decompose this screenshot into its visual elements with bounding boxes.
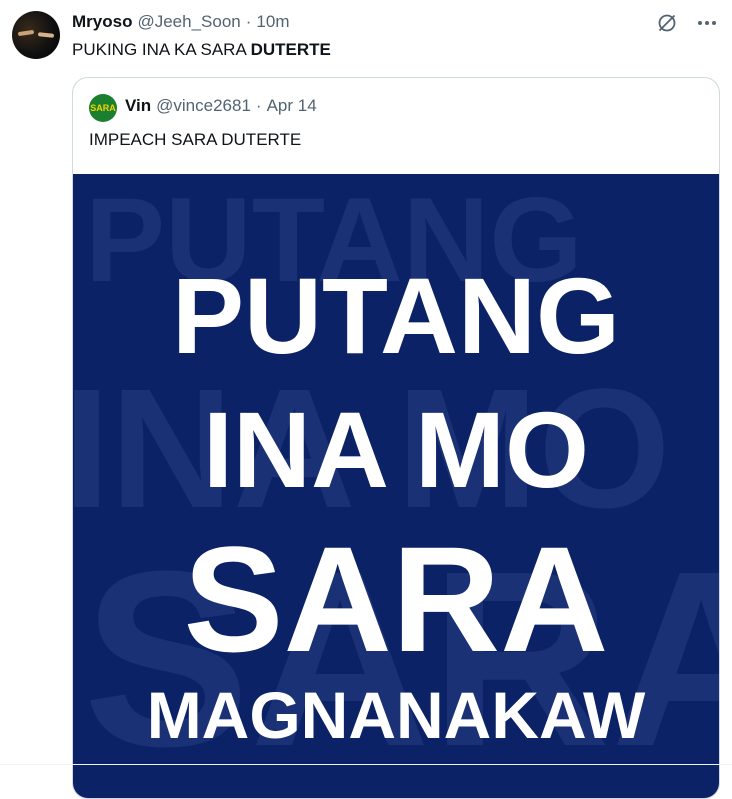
image-line-4: MAGNANAKAW [146, 678, 646, 752]
quoted-post-text: IMPEACH SARA DUTERTE [89, 130, 302, 149]
author-handle[interactable]: @Jeeh_Soon [137, 12, 240, 32]
more-icon[interactable] [694, 10, 720, 36]
avatar-hand-left [17, 29, 35, 37]
quoted-author-name[interactable]: Vin [125, 96, 151, 116]
separator-dot: · [245, 12, 252, 31]
post-text: PUKING INA KA SARA DUTERTE [72, 40, 331, 60]
quoted-post-image[interactable]: PUTANG INA MO SARA PUTANG INA MO SARA MA… [73, 174, 719, 798]
avatar-hand-right [37, 32, 55, 38]
quoted-avatar-text: SARA [90, 103, 116, 113]
post-time[interactable]: 10m [256, 12, 289, 32]
grok-icon[interactable] [654, 10, 680, 36]
post-text-bold: DUTERTE [250, 40, 331, 59]
quoted-post-header: Vin @vince2681 · Apr 14 [125, 96, 317, 116]
separator-dot: · [255, 96, 262, 115]
quoted-author-handle[interactable]: @vince2681 [156, 96, 251, 116]
quoted-author-avatar[interactable]: SARA [89, 94, 117, 122]
author-avatar[interactable] [12, 11, 60, 59]
author-name[interactable]: Mryoso [72, 12, 132, 32]
post: Mryoso @Jeeh_Soon · 10m PUKING INA KA SA… [0, 0, 732, 799]
post-text-plain: PUKING INA KA SARA [72, 40, 251, 59]
image-line-2: INA MO [203, 389, 589, 510]
quoted-post[interactable]: SARA Vin @vince2681 · Apr 14 IMPEACH SAR… [72, 77, 720, 799]
post-actions [654, 10, 720, 36]
divider [0, 764, 732, 765]
post-header: Mryoso @Jeeh_Soon · 10m [72, 10, 290, 34]
image-line-3: SARA [183, 515, 609, 683]
image-line-1: PUTANG [172, 255, 620, 376]
quoted-post-time[interactable]: Apr 14 [267, 96, 317, 116]
